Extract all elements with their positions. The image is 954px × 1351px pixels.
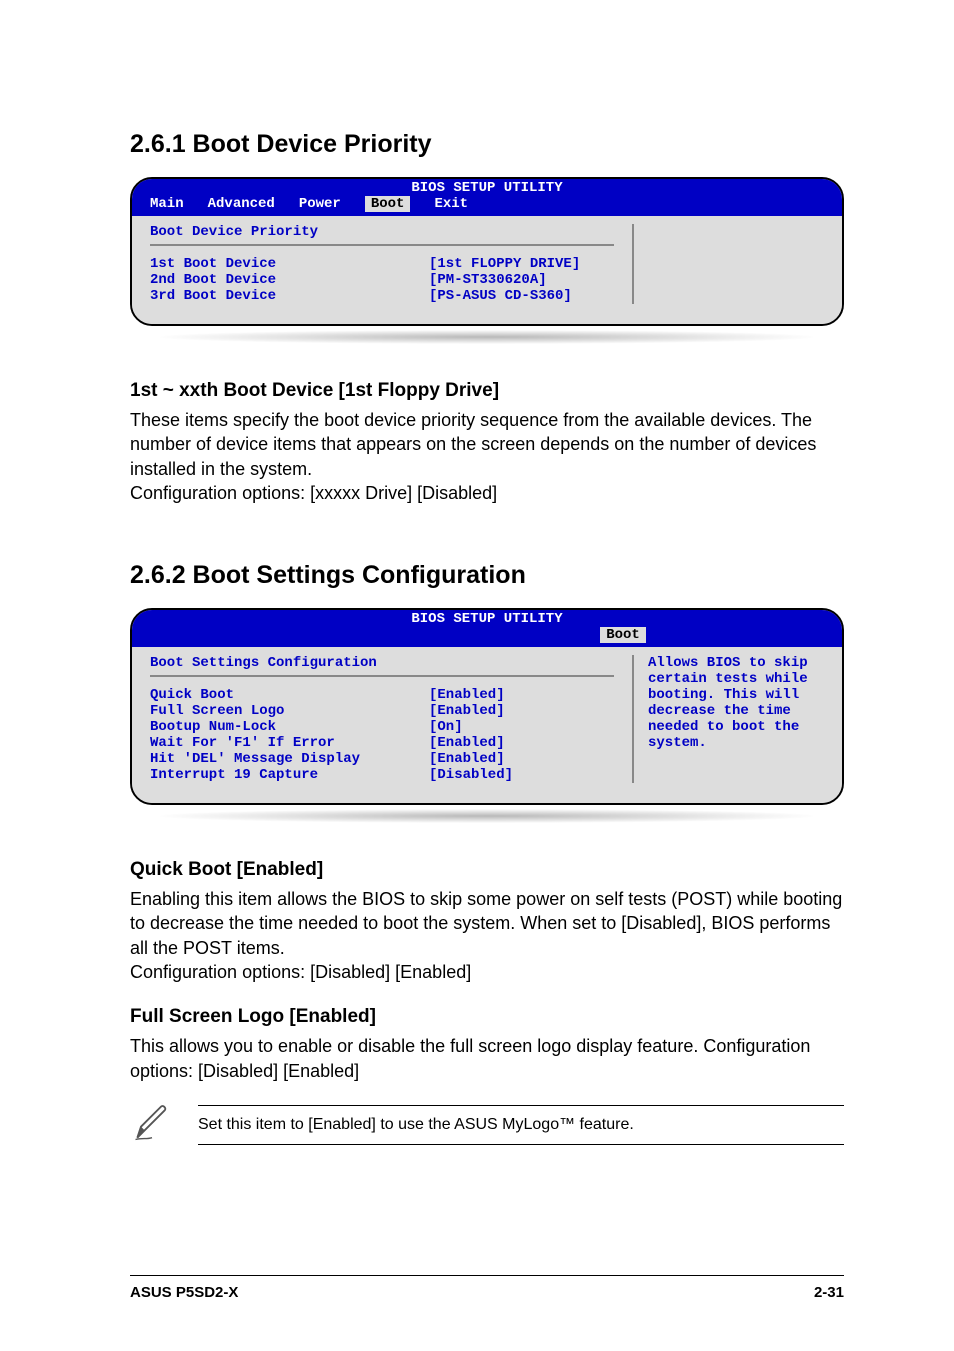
bios-row-value: [On] (429, 719, 614, 735)
bios-subtitle: Boot Device Priority (150, 224, 614, 246)
shadow-decoration (160, 330, 814, 344)
bios-tab-exit: Exit (434, 196, 468, 212)
bios-row: Interrupt 19 Capture [Disabled] (150, 767, 614, 783)
body-text: This allows you to enable or disable the… (130, 1034, 844, 1083)
page-footer: ASUS P5SD2-X 2-31 (130, 1275, 844, 1301)
note-block: Set this item to [Enabled] to use the AS… (130, 1101, 844, 1150)
bios-tab-main: Main (150, 196, 184, 212)
bios-row-label: Wait For 'F1' If Error (150, 735, 429, 751)
bios-screenshot-boot-priority: BIOS SETUP UTILITY Main Advanced Power B… (130, 177, 844, 326)
section-heading-boot-settings-config: 2.6.2 Boot Settings Configuration (130, 561, 844, 590)
bios-row-label: 2nd Boot Device (150, 272, 429, 288)
note-text: Set this item to [Enabled] to use the AS… (198, 1105, 844, 1145)
bios-tab-advanced: Advanced (208, 196, 275, 212)
bios-tab-power: Power (299, 196, 341, 212)
bios-tab-boot: Boot (365, 196, 411, 212)
bios-row-label: Bootup Num-Lock (150, 719, 429, 735)
bios-row-label: Full Screen Logo (150, 703, 429, 719)
bios-row: 3rd Boot Device [PS-ASUS CD-S360] (150, 288, 614, 304)
bios-row-value: [PS-ASUS CD-S360] (429, 288, 614, 304)
subheading-1st-boot-device: 1st ~ xxth Boot Device [1st Floppy Drive… (130, 380, 844, 402)
bios-row: Wait For 'F1' If Error [Enabled] (150, 735, 614, 751)
pencil-note-icon (130, 1101, 174, 1150)
bios-help-panel: Allows BIOS to skip certain tests while … (632, 655, 842, 783)
bios-row-label: Hit 'DEL' Message Display (150, 751, 429, 767)
bios-row: Quick Boot [Enabled] (150, 687, 614, 703)
bios-row-value: [Enabled] (429, 703, 614, 719)
bios-row-value: [Disabled] (429, 767, 614, 783)
body-text: Configuration options: [xxxxx Drive] [Di… (130, 481, 844, 505)
body-text: Enabling this item allows the BIOS to sk… (130, 887, 844, 960)
bios-row: Hit 'DEL' Message Display [Enabled] (150, 751, 614, 767)
bios-help-panel (632, 224, 842, 304)
bios-title: BIOS SETUP UTILITY (132, 180, 842, 196)
bios-title: BIOS SETUP UTILITY (132, 611, 842, 627)
bios-row-value: [Enabled] (429, 735, 614, 751)
shadow-decoration (160, 809, 814, 823)
bios-row: Full Screen Logo [Enabled] (150, 703, 614, 719)
bios-row-value: [Enabled] (429, 687, 614, 703)
bios-row-label: Interrupt 19 Capture (150, 767, 429, 783)
bios-row-value: [Enabled] (429, 751, 614, 767)
bios-row-label: 3rd Boot Device (150, 288, 429, 304)
bios-tab-boot: Boot (600, 627, 646, 643)
bios-subtitle: Boot Settings Configuration (150, 655, 614, 677)
bios-screenshot-boot-settings: BIOS SETUP UTILITY Boot Boot Settings Co… (130, 608, 844, 805)
bios-row: 1st Boot Device [1st FLOPPY DRIVE] (150, 256, 614, 272)
bios-help-text: Allows BIOS to skip certain tests while … (648, 655, 828, 751)
body-text: These items specify the boot device prio… (130, 408, 844, 481)
subheading-full-screen-logo: Full Screen Logo [Enabled] (130, 1006, 844, 1028)
bios-row-value: [1st FLOPPY DRIVE] (429, 256, 614, 272)
bios-row-label: 1st Boot Device (150, 256, 429, 272)
section-heading-boot-device-priority: 2.6.1 Boot Device Priority (130, 130, 844, 159)
footer-page-number: 2-31 (814, 1284, 844, 1301)
subheading-quick-boot: Quick Boot [Enabled] (130, 859, 844, 881)
footer-model: ASUS P5SD2-X (130, 1284, 238, 1301)
bios-row: Bootup Num-Lock [On] (150, 719, 614, 735)
bios-row: 2nd Boot Device [PM-ST330620A] (150, 272, 614, 288)
bios-row-value: [PM-ST330620A] (429, 272, 614, 288)
bios-row-label: Quick Boot (150, 687, 429, 703)
body-text: Configuration options: [Disabled] [Enabl… (130, 960, 844, 984)
